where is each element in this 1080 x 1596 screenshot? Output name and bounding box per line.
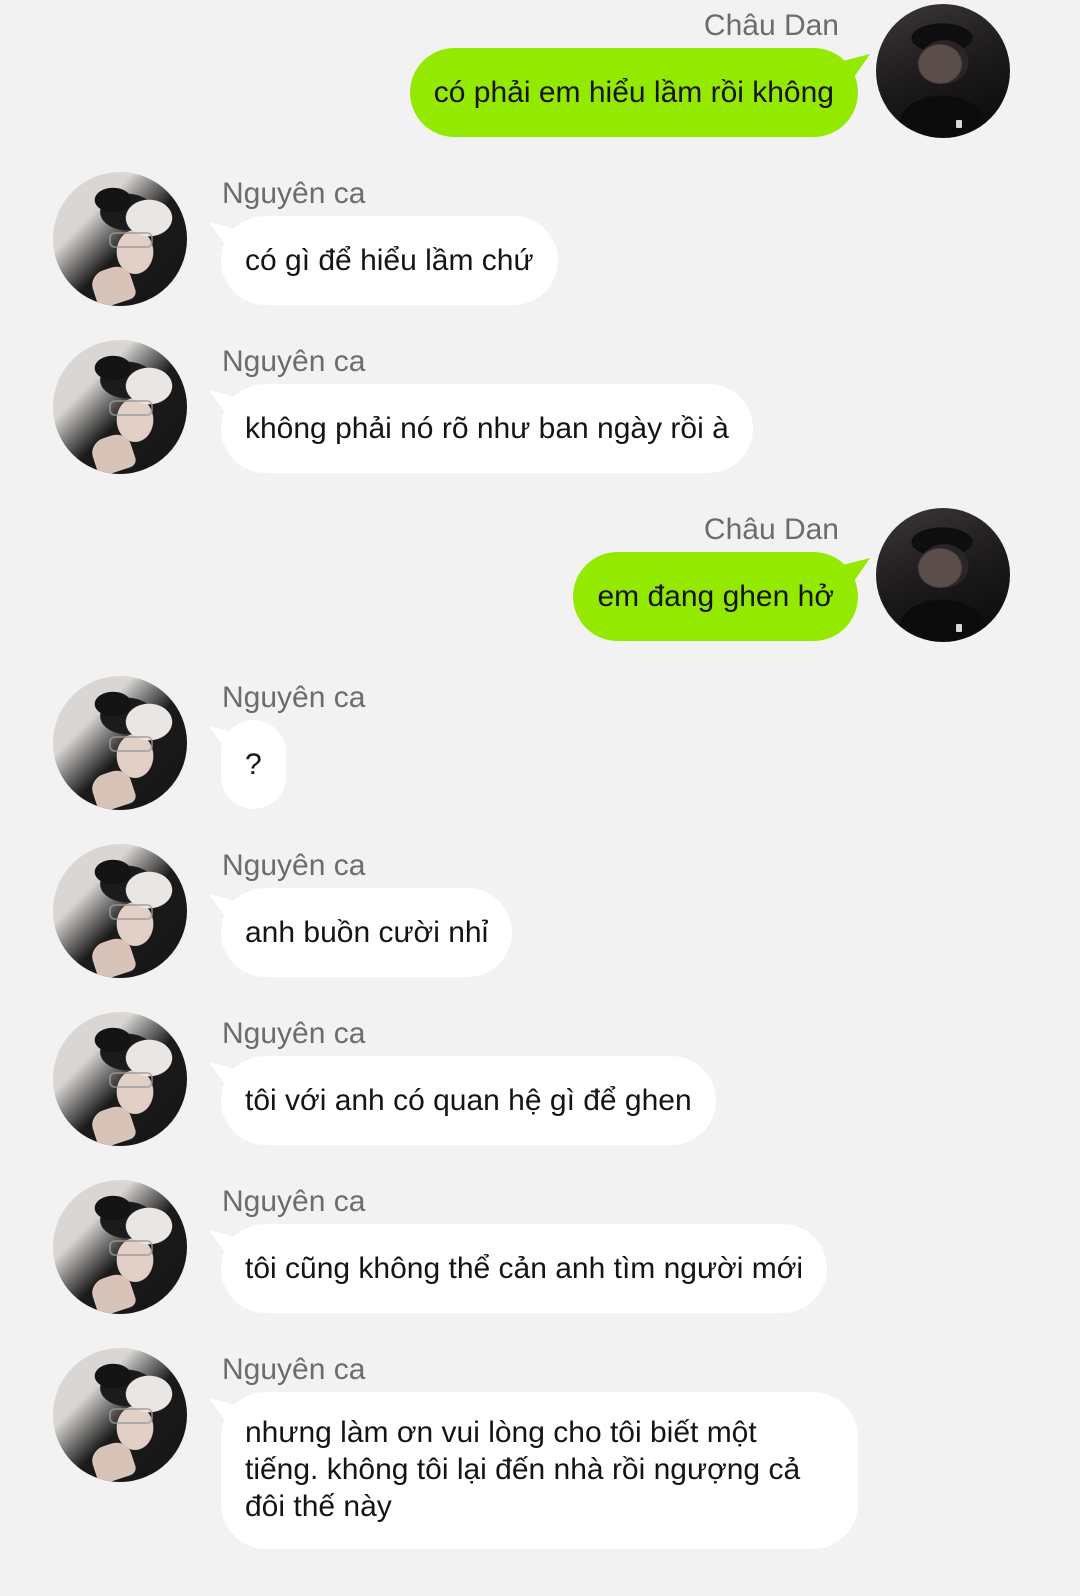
avatar-nguyen-ca[interactable]	[53, 172, 187, 306]
sender-name: Nguyên ca	[222, 1185, 366, 1218]
avatar-chau-dan[interactable]	[876, 4, 1010, 138]
message-bubble-sent[interactable]: có phải em hiểu lầm rồi không	[409, 48, 858, 137]
sender-name: Nguyên ca	[222, 849, 366, 882]
message-bubble-received[interactable]: tôi với anh có quan hệ gì để ghen	[221, 1056, 716, 1145]
sender-name: Nguyên ca	[222, 345, 366, 378]
avatar-nguyen-ca[interactable]	[53, 844, 187, 978]
message-bubble-received[interactable]: ?	[221, 720, 286, 809]
avatar-nguyen-ca[interactable]	[53, 676, 187, 810]
avatar-nguyen-ca[interactable]	[53, 1348, 187, 1482]
avatar-chau-dan[interactable]	[876, 508, 1010, 642]
message-bubble-received[interactable]: không phải nó rõ như ban ngày rồi à	[221, 384, 753, 473]
message-bubble-received[interactable]: anh buồn cười nhỉ	[221, 888, 513, 977]
sender-name: Châu Dan	[703, 513, 839, 546]
avatar-nguyen-ca[interactable]	[53, 340, 187, 474]
sender-name: Nguyên ca	[222, 1017, 366, 1050]
avatar-nguyen-ca[interactable]	[53, 1012, 187, 1146]
sender-name: Nguyên ca	[222, 681, 366, 714]
message-bubble-received[interactable]: có gì để hiểu lầm chứ	[221, 216, 558, 305]
sender-name: Nguyên ca	[222, 177, 366, 210]
avatar-nguyen-ca[interactable]	[53, 1180, 187, 1314]
sender-name: Nguyên ca	[222, 1353, 366, 1386]
sender-name: Châu Dan	[703, 9, 839, 42]
message-bubble-received[interactable]: tôi cũng không thể cản anh tìm người mới	[221, 1224, 828, 1313]
message-bubble-sent[interactable]: em đang ghen hở	[573, 552, 858, 641]
message-bubble-received[interactable]: nhưng làm ơn vui lòng cho tôi biết một t…	[221, 1392, 858, 1549]
